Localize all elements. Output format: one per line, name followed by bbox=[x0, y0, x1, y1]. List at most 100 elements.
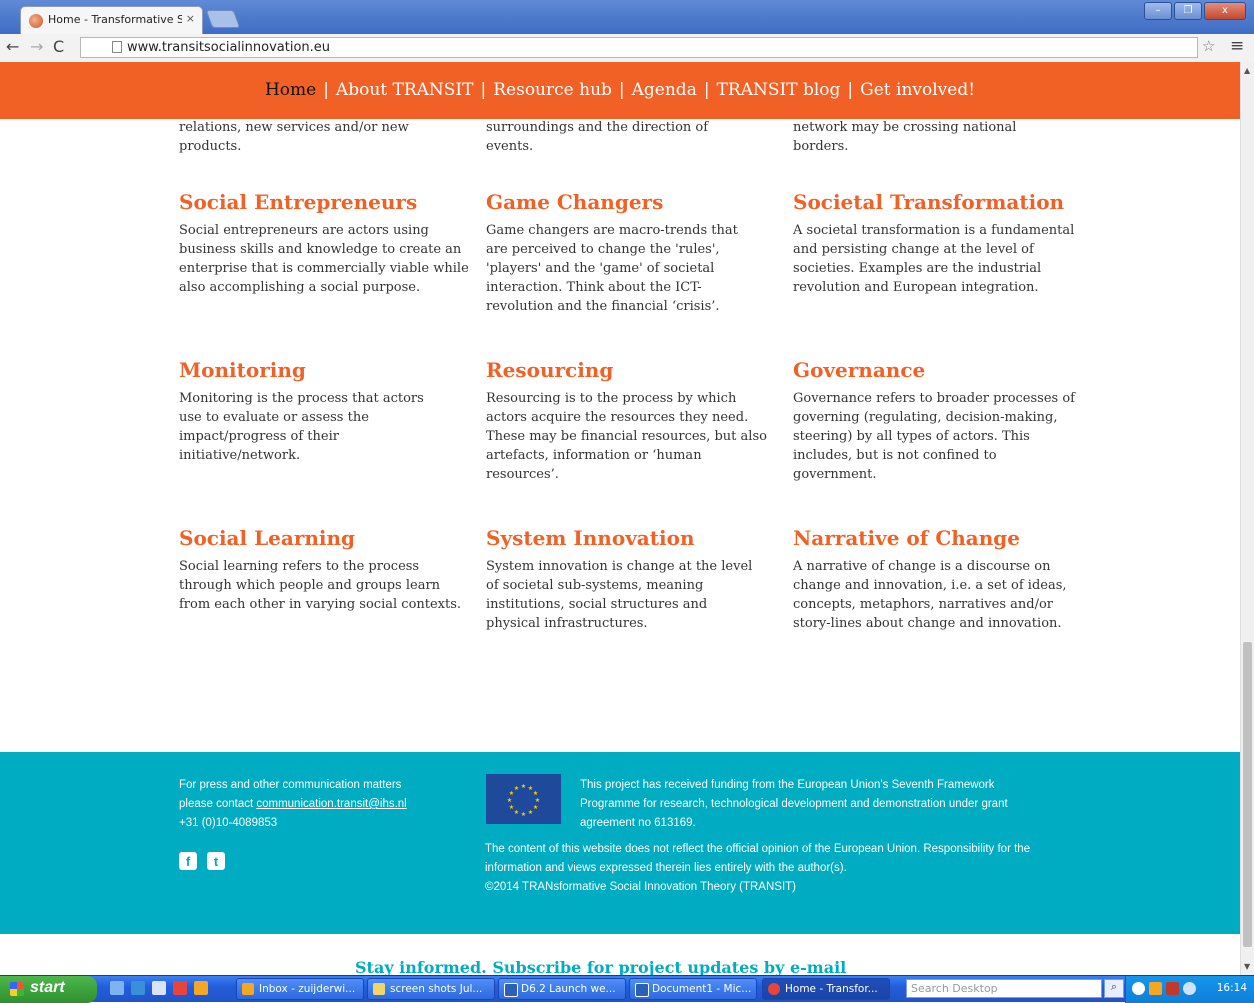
quicklaunch-app-icon[interactable] bbox=[110, 981, 124, 995]
twitter-icon[interactable]: t bbox=[207, 852, 225, 870]
previous-concept-text: relations, new services and/or new produ… bbox=[179, 120, 409, 154]
taskbar-item-label: Home - Transfor... bbox=[785, 983, 878, 995]
taskbar-item-chrome[interactable]: Home - Transfor... bbox=[762, 978, 890, 1000]
concept-description: Social learning refers to the process th… bbox=[179, 559, 462, 612]
forward-button[interactable]: → bbox=[30, 37, 43, 56]
show-desktop-icon[interactable] bbox=[152, 981, 166, 995]
eu-star-icon: ★ bbox=[533, 804, 538, 811]
windows-taskbar: start Inbox - zuijderwi... screen shots … bbox=[0, 975, 1254, 1003]
eu-star-icon: ★ bbox=[521, 811, 526, 818]
subscribe-heading[interactable]: Stay informed. Subscribe for project upd… bbox=[355, 958, 846, 975]
concept-card: System Innovation System innovation is c… bbox=[486, 526, 756, 633]
taskbar-item-folder[interactable]: screen shots Jul... bbox=[367, 978, 495, 1000]
taskbar-item-word-doc[interactable]: Document1 - Mic... bbox=[629, 978, 757, 1000]
browser-menu-icon[interactable]: ≡ bbox=[1230, 36, 1244, 56]
concept-title[interactable]: Monitoring bbox=[179, 358, 449, 382]
search-icon[interactable]: ⌕ bbox=[1104, 979, 1124, 998]
concept-description: A societal transformation is a fundament… bbox=[793, 223, 1075, 295]
address-bar-url[interactable]: www.transitsocialinnovation.eu bbox=[127, 40, 330, 55]
address-bar[interactable]: www.transitsocialinnovation.eu bbox=[80, 37, 1198, 58]
back-button[interactable]: ← bbox=[6, 37, 19, 56]
scrollbar-thumb[interactable] bbox=[1243, 642, 1252, 947]
contact-email-line: please contact communication.transit@ihs… bbox=[179, 795, 469, 814]
browser-tab[interactable]: Home - Transformative Socia × bbox=[20, 6, 203, 34]
tray-shield-icon[interactable] bbox=[1166, 982, 1179, 995]
taskbar-item-label: Document1 - Mic... bbox=[652, 983, 752, 995]
nav-home[interactable]: Home bbox=[265, 80, 316, 100]
contact-phone: +31 (0)10-4089853 bbox=[179, 817, 278, 829]
browser-tabstrip: Home - Transformative Socia × – ❐ x bbox=[0, 0, 1254, 34]
bookmark-star-icon[interactable]: ☆ bbox=[1202, 37, 1215, 55]
word-icon bbox=[635, 983, 649, 997]
nav-separator: | bbox=[618, 80, 625, 100]
previous-concept-text: network may be crossing national borders… bbox=[793, 120, 1017, 154]
nav-about[interactable]: About TRANSIT bbox=[336, 80, 474, 100]
browser-toolbar: ← → C www.transitsocialinnovation.eu ☆ ≡ bbox=[0, 34, 1254, 63]
nav-get-involved[interactable]: Get involved! bbox=[860, 80, 975, 100]
concept-title[interactable]: Governance bbox=[793, 358, 1078, 382]
close-window-button[interactable]: x bbox=[1204, 2, 1246, 20]
concept-card: Social Entrepreneurs Social entrepreneur… bbox=[179, 190, 469, 297]
scroll-up-icon[interactable]: ▲ bbox=[1244, 66, 1250, 75]
folder-icon bbox=[373, 983, 385, 995]
eu-star-icon: ★ bbox=[533, 790, 538, 797]
desktop-search-input[interactable]: Search Desktop bbox=[906, 979, 1102, 998]
page-icon bbox=[112, 41, 122, 53]
social-links: f t bbox=[179, 852, 225, 870]
taskbar-item-label: D6.2 Launch we... bbox=[521, 983, 616, 995]
taskbar-item-word-doc[interactable]: D6.2 Launch we... bbox=[498, 978, 626, 1000]
site-footer: For press and other communication matter… bbox=[0, 752, 1240, 934]
concept-description: Game changers are macro-trends that are … bbox=[486, 223, 738, 314]
start-button[interactable]: start bbox=[0, 976, 97, 1003]
chrome-icon bbox=[768, 983, 780, 995]
eu-funding-notice: This project has received funding from t… bbox=[580, 779, 1008, 829]
scroll-down-icon[interactable]: ▼ bbox=[1244, 962, 1250, 971]
outlook-icon[interactable] bbox=[194, 981, 208, 995]
nav-separator: | bbox=[323, 80, 329, 100]
contact-email-link[interactable]: communication.transit@ihs.nl bbox=[256, 798, 406, 810]
eu-star-icon: ★ bbox=[535, 797, 540, 804]
previous-concept-text: surroundings and the direction of events… bbox=[486, 120, 709, 154]
internet-explorer-icon[interactable] bbox=[131, 981, 145, 995]
concept-title[interactable]: System Innovation bbox=[486, 526, 756, 550]
eu-star-icon: ★ bbox=[514, 785, 519, 792]
concept-title[interactable]: Resourcing bbox=[486, 358, 776, 382]
concept-card: Monitoring Monitoring is the process tha… bbox=[179, 358, 449, 465]
concept-title[interactable]: Societal Transformation bbox=[793, 190, 1078, 214]
facebook-icon[interactable]: f bbox=[179, 852, 197, 870]
eu-star-icon: ★ bbox=[509, 804, 514, 811]
tray-network-icon[interactable] bbox=[1183, 982, 1196, 995]
site-navigation: Home | About TRANSIT | Resource hub | Agenda | T… bbox=[0, 62, 1240, 119]
concept-card: Societal Transformation A societal trans… bbox=[793, 190, 1078, 297]
eu-flag-icon: ★★★★★★★★★ ★ ★★ bbox=[486, 774, 561, 824]
nav-separator: | bbox=[703, 80, 710, 100]
contact-prefix: please contact bbox=[179, 798, 257, 810]
nav-resource-hub[interactable]: Resource hub bbox=[493, 80, 612, 100]
concept-title[interactable]: Social Entrepreneurs bbox=[179, 190, 469, 214]
reload-button[interactable]: C bbox=[53, 37, 64, 56]
minimize-button[interactable]: – bbox=[1144, 2, 1172, 20]
restore-button[interactable]: ❐ bbox=[1174, 2, 1202, 20]
concept-title[interactable]: Social Learning bbox=[179, 526, 464, 550]
concept-title[interactable]: Narrative of Change bbox=[793, 526, 1073, 550]
new-tab-button[interactable] bbox=[205, 10, 241, 28]
tab-title: Home - Transformative Socia bbox=[48, 13, 182, 26]
page-scrollbar[interactable]: ▲ ▼ bbox=[1240, 62, 1254, 975]
concept-title[interactable]: Game Changers bbox=[486, 190, 761, 214]
site-favicon-icon bbox=[29, 14, 43, 28]
nav-agenda[interactable]: Agenda bbox=[632, 80, 697, 100]
window-controls: – ❐ x bbox=[1144, 2, 1246, 20]
start-label: start bbox=[30, 979, 65, 996]
concept-card: Governance Governance refers to broader … bbox=[793, 358, 1078, 484]
concept-description: Resourcing is to the process by which ac… bbox=[486, 391, 767, 482]
taskbar-item-label: screen shots Jul... bbox=[390, 983, 483, 995]
concept-description: Monitoring is the process that actors us… bbox=[179, 391, 424, 463]
taskbar-item-outlook[interactable]: Inbox - zuijderwi... bbox=[236, 978, 364, 1000]
tray-outlook-icon[interactable] bbox=[1149, 982, 1162, 995]
eu-star-icon: ★ bbox=[521, 783, 526, 790]
chrome-icon[interactable] bbox=[173, 981, 187, 995]
nav-blog[interactable]: TRANSIT blog bbox=[717, 80, 841, 100]
tray-back-icon[interactable] bbox=[1132, 982, 1145, 995]
tab-close-icon[interactable]: × bbox=[186, 12, 195, 25]
word-icon bbox=[504, 983, 518, 997]
